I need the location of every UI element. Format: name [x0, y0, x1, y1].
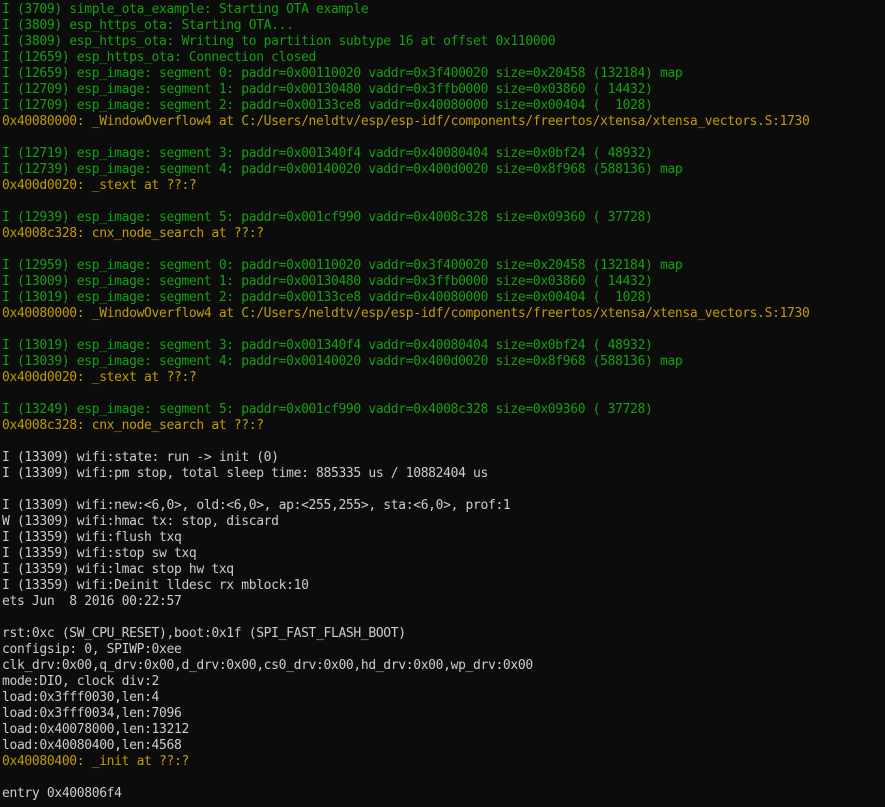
log-line: I (13359) wifi:stop sw txq	[2, 546, 197, 561]
log-line: I (13309) wifi:new:<6,0>, old:<6,0>, ap:…	[2, 498, 511, 513]
log-line: 0x400d0020: _stext at ??:?	[2, 370, 197, 385]
log-line: I (3809) esp_https_ota: Writing to parti…	[2, 34, 556, 49]
log-line: ets Jun 8 2016 00:22:57	[2, 594, 182, 609]
log-line: load:0x40080400,len:4568	[2, 738, 182, 753]
log-line: I (13039) esp_image: segment 4: paddr=0x…	[2, 354, 683, 369]
log-line: I (3709) simple_ota_example: Starting OT…	[2, 2, 369, 17]
log-line: mode:DIO, clock div:2	[2, 674, 160, 689]
log-line: 0x40080000: _WindowOverflow4 at C:/Users…	[2, 306, 810, 321]
log-line: I (12939) esp_image: segment 5: paddr=0x…	[2, 210, 653, 225]
log-line: 0x40080400: _init at ??:?	[2, 754, 189, 769]
log-line: I (13359) wifi:Deinit lldesc rx mblock:1…	[2, 578, 309, 593]
log-line: I (12709) esp_image: segment 1: paddr=0x…	[2, 82, 653, 97]
log-line: entry 0x400806f4	[2, 786, 122, 801]
log-line: I (13309) wifi:pm stop, total sleep time…	[2, 466, 488, 481]
log-line: rst:0xc (SW_CPU_RESET),boot:0x1f (SPI_FA…	[2, 626, 406, 641]
log-line: clk_drv:0x00,q_drv:0x00,d_drv:0x00,cs0_d…	[2, 658, 533, 673]
log-line: I (12709) esp_image: segment 2: paddr=0x…	[2, 98, 653, 113]
log-line: load:0x3fff0030,len:4	[2, 690, 160, 705]
log-line: 0x40080000: _WindowOverflow4 at C:/Users…	[2, 114, 810, 129]
log-line: 0x4008c328: cnx_node_search at ??:?	[2, 418, 264, 433]
log-line: I (12659) esp_https_ota: Connection clos…	[2, 50, 317, 65]
log-line: I (13009) esp_image: segment 1: paddr=0x…	[2, 274, 653, 289]
log-line: I (12739) esp_image: segment 4: paddr=0x…	[2, 162, 683, 177]
log-line: 0x4008c328: cnx_node_search at ??:?	[2, 226, 264, 241]
terminal-output[interactable]: I (3709) simple_ota_example: Starting OT…	[0, 0, 885, 807]
log-line: I (12959) esp_image: segment 0: paddr=0x…	[2, 258, 683, 273]
log-line: 0x400d0020: _stext at ??:?	[2, 178, 197, 193]
log-line: I (12659) esp_image: segment 0: paddr=0x…	[2, 66, 683, 81]
log-line: I (13359) wifi:lmac stop hw txq	[2, 562, 234, 577]
log-line: I (12719) esp_image: segment 3: paddr=0x…	[2, 146, 653, 161]
log-line: W (13309) wifi:hmac tx: stop, discard	[2, 514, 279, 529]
log-line: configsip: 0, SPIWP:0xee	[2, 642, 182, 657]
log-line: I (13019) esp_image: segment 2: paddr=0x…	[2, 290, 653, 305]
log-line: I (3809) esp_https_ota: Starting OTA...	[2, 18, 294, 33]
log-line: I (13019) esp_image: segment 3: paddr=0x…	[2, 338, 653, 353]
log-line: I (13359) wifi:flush txq	[2, 530, 182, 545]
log-line: load:0x40078000,len:13212	[2, 722, 189, 737]
log-line: load:0x3fff0034,len:7096	[2, 706, 182, 721]
log-line: I (13249) esp_image: segment 5: paddr=0x…	[2, 402, 653, 417]
log-line: I (13309) wifi:state: run -> init (0)	[2, 450, 279, 465]
